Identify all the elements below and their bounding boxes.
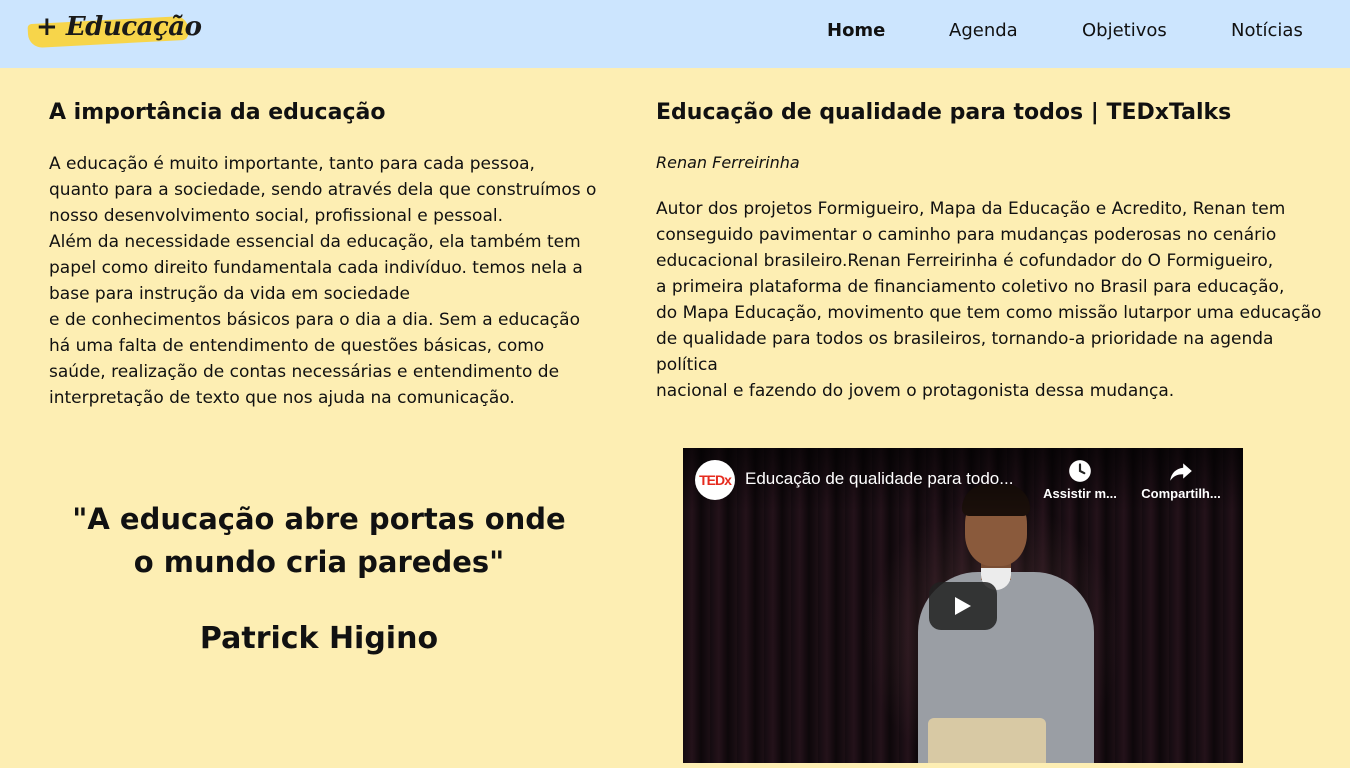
share-arrow-icon — [1170, 463, 1192, 481]
nav-link-agenda[interactable]: Agenda — [949, 20, 1018, 41]
paragraph-line: Autor dos projetos Formigueiro, Mapa da … — [656, 199, 1286, 219]
paragraph-line: A educação é muito importante, tanto par… — [49, 154, 535, 174]
quote: "A educação abre portas onde o mundo cri… — [49, 498, 589, 584]
paragraph-line: política — [656, 355, 718, 375]
paragraph-line: de qualidade para todos os brasileiros, … — [656, 329, 1274, 349]
channel-avatar[interactable]: TEDx — [695, 460, 735, 500]
paragraph-line: conseguido pavimentar o caminho para mud… — [656, 225, 1277, 245]
paragraph-line: quanto para a sociedade, sendo através d… — [49, 180, 597, 200]
left-paragraph: A educação é muito importante, tanto par… — [49, 151, 609, 411]
paragraph-line: educacional brasileiro.Renan Ferreirinha… — [656, 251, 1274, 271]
watch-later-button[interactable]: Assistir m... — [1040, 458, 1120, 501]
watch-later-label: Assistir m... — [1043, 486, 1117, 501]
paragraph-line: do Mapa Educação, movimento que tem como… — [656, 303, 1322, 323]
quote-author: Patrick Higino — [199, 621, 439, 656]
right-paragraph: Autor dos projetos Formigueiro, Mapa da … — [656, 196, 1341, 404]
paragraph-line: nacional e fazendo do jovem o protagonis… — [656, 381, 1175, 401]
paragraph-line: e de conhecimentos básicos para o dia a … — [49, 310, 580, 330]
clock-icon — [1069, 460, 1091, 482]
speaker-name: Renan Ferreirinha — [656, 153, 800, 172]
top-navbar: + Educação Home Agenda Objetivos Notícia… — [0, 0, 1350, 68]
right-section-title: Educação de qualidade para todos | TEDxT… — [656, 100, 1232, 125]
site-logo[interactable]: + Educação — [27, 12, 202, 50]
share-button[interactable]: Compartilh... — [1141, 458, 1221, 501]
share-label: Compartilh... — [1141, 486, 1221, 501]
youtube-video-embed[interactable]: TEDx Educação de qualidade para todo... … — [683, 448, 1243, 763]
paragraph-line: a primeira plataforma de financiamento c… — [656, 277, 1285, 297]
play-button[interactable] — [929, 582, 997, 630]
play-icon — [955, 597, 971, 615]
nav-link-noticias[interactable]: Notícias — [1231, 20, 1303, 41]
paragraph-line: interpretação de texto que nos ajuda na … — [49, 388, 515, 408]
logo-text: + Educação — [36, 12, 202, 42]
paragraph-line: saúde, realização de contas necessárias … — [49, 362, 560, 382]
video-title[interactable]: Educação de qualidade para todo... — [745, 469, 1030, 489]
paragraph-line: nosso desenvolvimento social, profission… — [49, 206, 503, 226]
paragraph-line: há uma falta de entendimento de questões… — [49, 336, 545, 356]
left-section-title: A importância da educação — [49, 100, 386, 125]
quote-line: o mundo cria paredes" — [133, 545, 505, 579]
nav-link-objetivos[interactable]: Objetivos — [1082, 20, 1167, 41]
video-thumbnail-speaker-legs — [928, 718, 1046, 763]
paragraph-line: base para instrução da vida em sociedade — [49, 284, 410, 304]
nav-link-home[interactable]: Home — [827, 20, 885, 41]
paragraph-line: Além da necessidade essencial da educaçã… — [49, 232, 581, 252]
quote-line: "A educação abre portas onde — [72, 502, 566, 536]
paragraph-line: papel como direito fundamentala cada ind… — [49, 258, 583, 278]
